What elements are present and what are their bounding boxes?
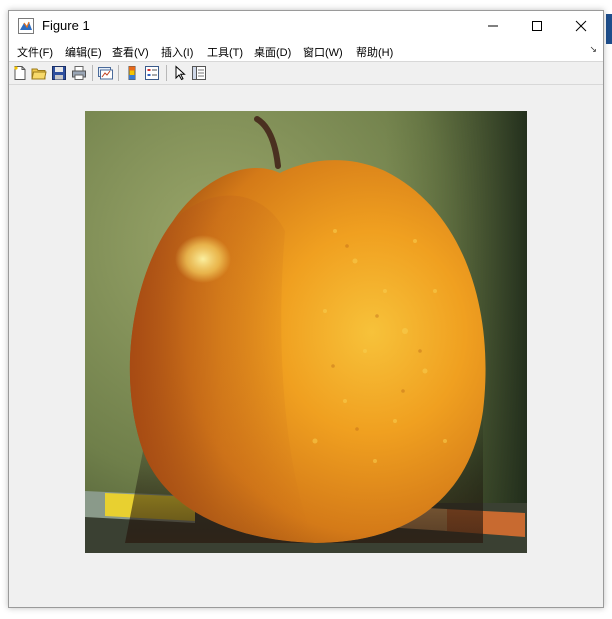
print-icon[interactable] (71, 65, 87, 81)
matlab-icon (18, 18, 34, 34)
legend-icon[interactable] (144, 65, 160, 81)
menu-tools[interactable]: 工具(T) (207, 44, 243, 60)
menu-help[interactable]: 帮助(H) (356, 44, 393, 60)
image-display[interactable] (85, 111, 527, 553)
menu-desktop[interactable]: 桌面(D) (254, 44, 291, 60)
close-button[interactable] (559, 11, 603, 41)
menu-window[interactable]: 窗口(W) (303, 44, 343, 60)
open-file-icon[interactable] (31, 65, 47, 81)
figure-toolbar (9, 62, 603, 85)
figure-canvas[interactable] (9, 85, 603, 607)
link-plot-icon[interactable] (97, 65, 113, 81)
toolbar-separator (118, 65, 119, 81)
menu-file[interactable]: 文件(F) (17, 44, 53, 60)
window-title: Figure 1 (42, 18, 90, 33)
select-pointer-icon[interactable] (172, 65, 188, 81)
menu-insert[interactable]: 插入(I) (161, 44, 193, 60)
minimize-button[interactable] (471, 11, 515, 41)
dock-arrow-icon[interactable]: ↘ (589, 44, 597, 55)
desktop-background-edge (606, 14, 612, 44)
close-icon (575, 20, 587, 32)
menu-edit[interactable]: 编辑(E) (65, 44, 102, 60)
figure-window: Figure 1 文件(F) 编辑(E) 查看(V) 插入(I) 工具(T) 桌… (8, 10, 604, 608)
maximize-button[interactable] (515, 11, 559, 41)
save-icon[interactable] (51, 65, 67, 81)
new-figure-icon[interactable] (12, 65, 28, 81)
menu-view[interactable]: 查看(V) (112, 44, 149, 60)
property-editor-icon[interactable] (191, 65, 207, 81)
toolbar-separator (92, 65, 93, 81)
colorbar-icon[interactable] (124, 65, 140, 81)
menu-bar: 文件(F) 编辑(E) 查看(V) 插入(I) 工具(T) 桌面(D) 窗口(W… (9, 41, 603, 62)
title-bar[interactable]: Figure 1 (9, 11, 603, 41)
apple-photo-image (85, 111, 527, 553)
minimize-icon (488, 25, 498, 27)
toolbar-separator (166, 65, 167, 81)
maximize-icon (532, 21, 542, 31)
